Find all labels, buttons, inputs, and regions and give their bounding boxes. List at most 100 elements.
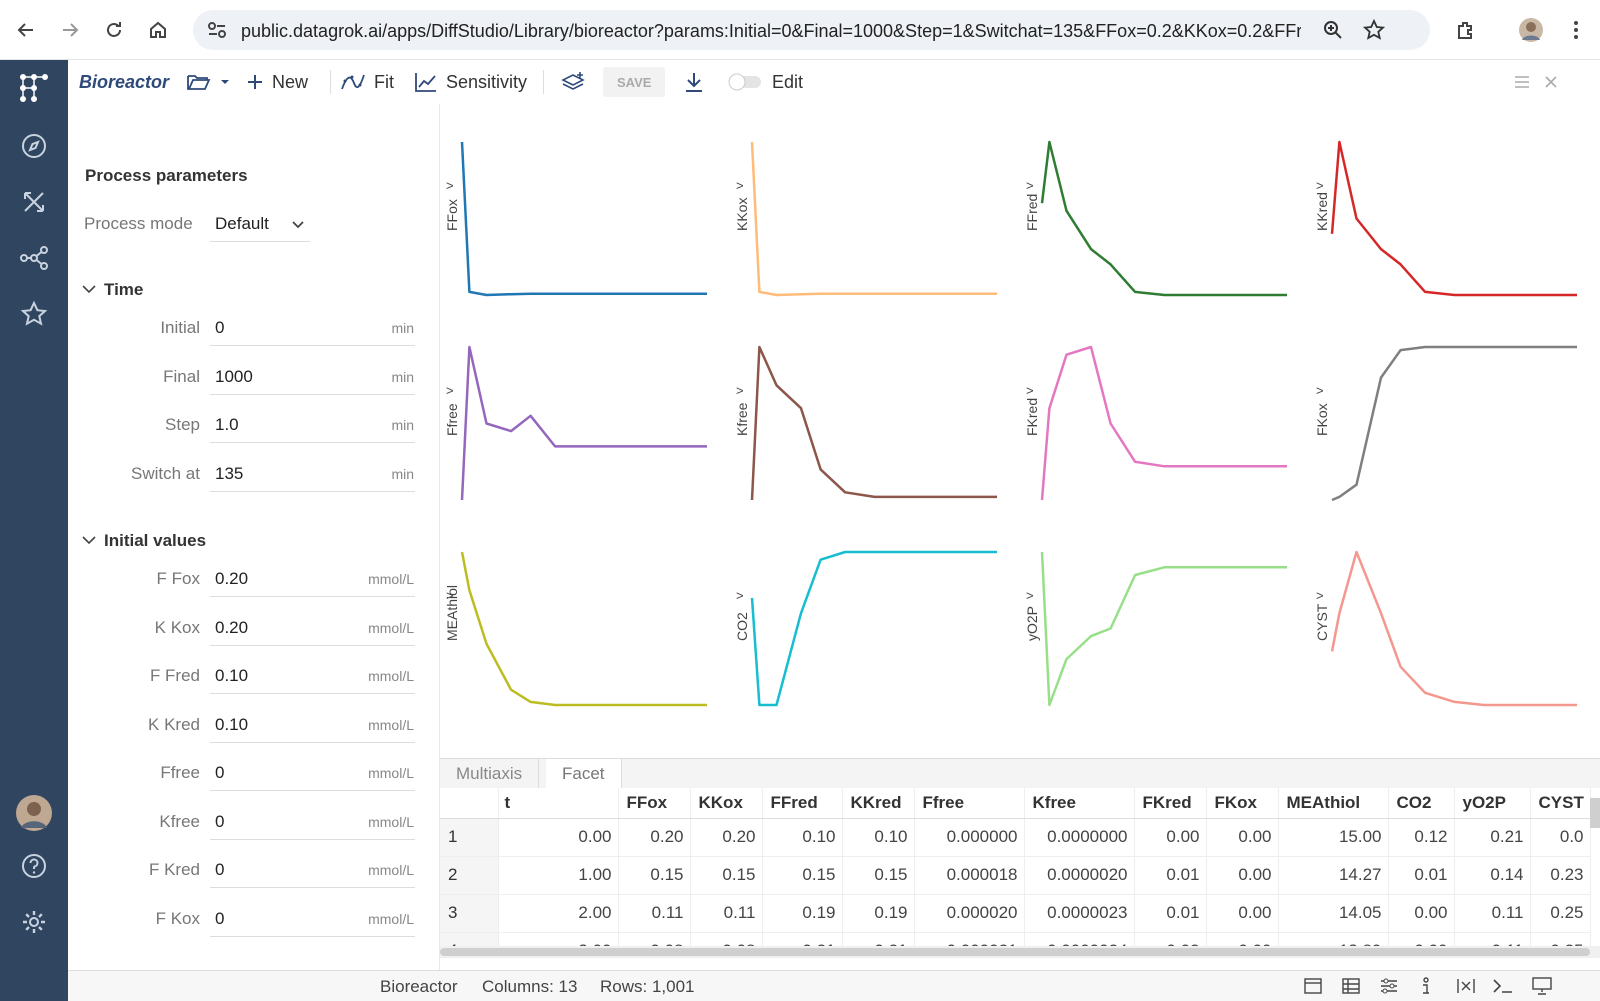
table-cell[interactable]: 14.05	[1278, 894, 1389, 933]
plot-FKred[interactable]: FKred >	[1020, 309, 1310, 514]
help-icon[interactable]	[18, 850, 50, 882]
table-cell[interactable]: 0.0000023	[1024, 894, 1135, 933]
compass-icon[interactable]	[18, 130, 50, 162]
plot-FFred[interactable]: FFred >	[1020, 104, 1310, 309]
favorites-star-icon[interactable]	[18, 298, 50, 330]
datagrok-logo-icon[interactable]	[18, 72, 50, 104]
row-number[interactable]: 3	[440, 894, 499, 933]
address-bar[interactable]: public.datagrok.ai/apps/DiffStudio/Libra…	[193, 10, 1430, 50]
column-header[interactable]: CO2	[1388, 788, 1455, 819]
table-cell[interactable]: 0.12	[1388, 818, 1455, 857]
back-icon[interactable]	[10, 14, 42, 46]
plot-FFox[interactable]: FFox >	[440, 104, 730, 309]
column-header[interactable]: KKox	[690, 788, 763, 819]
url-text[interactable]: public.datagrok.ai/apps/DiffStudio/Libra…	[241, 21, 1301, 42]
vertical-scrollbar-thumb[interactable]	[1590, 798, 1600, 828]
table-cell[interactable]: 0.10	[842, 818, 915, 857]
plot-Kfree[interactable]: Kfree >	[730, 309, 1020, 514]
table-cell[interactable]: 0.0000000	[1024, 818, 1135, 857]
plot-KKred[interactable]: KKred >	[1310, 104, 1600, 309]
view-menu-icon[interactable]	[1514, 60, 1530, 104]
forward-icon[interactable]	[54, 14, 86, 46]
column-header[interactable]: KKred	[842, 788, 915, 819]
column-header[interactable]: FKox	[1206, 788, 1279, 819]
variables-icon[interactable]	[1456, 978, 1476, 994]
zoom-icon[interactable]	[1323, 20, 1343, 40]
plot-yO2P[interactable]: yO2P >	[1020, 514, 1310, 719]
table-cell[interactable]: 0.20	[618, 818, 691, 857]
process-mode-select[interactable]: Default	[210, 206, 310, 242]
user-avatar[interactable]	[14, 793, 54, 833]
reload-icon[interactable]	[98, 14, 130, 46]
param-input[interactable]: 1000	[210, 359, 415, 395]
table-cell[interactable]: 0.00	[1206, 856, 1279, 895]
home-icon[interactable]	[142, 14, 174, 46]
column-header[interactable]	[440, 788, 499, 819]
table-cell[interactable]: 0.01	[1134, 856, 1207, 895]
column-header[interactable]: FKred	[1134, 788, 1207, 819]
plot-MEAthiol[interactable]: MEAthiol >	[440, 514, 730, 719]
column-header[interactable]: Kfree	[1024, 788, 1135, 819]
column-header[interactable]: Ffree	[914, 788, 1025, 819]
table-cell[interactable]: 0.00	[1206, 818, 1279, 857]
status-table-name[interactable]: Bioreactor	[380, 977, 457, 997]
table-cell[interactable]: 0.11	[618, 894, 691, 933]
plot-CYST[interactable]: CYST >	[1310, 514, 1600, 719]
table-cell[interactable]: 0.15	[618, 856, 691, 895]
network-icon[interactable]	[18, 242, 50, 274]
open-folder-button[interactable]	[186, 60, 230, 104]
tab-multiaxis[interactable]: Multiaxis	[440, 759, 540, 789]
table-cell[interactable]: 0.23	[1530, 856, 1591, 895]
table-cell[interactable]: 0.00	[1206, 894, 1279, 933]
scrollbar-thumb[interactable]	[440, 948, 1590, 956]
table-cell[interactable]: 0.15	[762, 856, 843, 895]
table-cell[interactable]: 15.00	[1278, 818, 1389, 857]
fit-button[interactable]: Fit	[340, 60, 394, 104]
column-header[interactable]: t	[498, 788, 619, 819]
table-row[interactable]: 3 2.00 0.11 0.11 0.19 0.19 0.000020 0.0000023 0.…	[440, 894, 1591, 933]
extensions-icon[interactable]	[1450, 14, 1482, 46]
plot-KKox[interactable]: KKox >	[730, 104, 1020, 309]
table-cell[interactable]: 1.00	[498, 856, 619, 895]
table-cell[interactable]: 0.00	[1388, 894, 1455, 933]
close-view-icon[interactable]	[1544, 60, 1558, 104]
sensitivity-button[interactable]: Sensitivity	[414, 60, 527, 104]
row-number[interactable]: 1	[440, 818, 499, 857]
table-cell[interactable]: 0.01	[1388, 856, 1455, 895]
add-to-model-hub-button[interactable]	[560, 60, 586, 104]
table-cell[interactable]: 0.11	[690, 894, 763, 933]
table-cell[interactable]: 0.0	[1530, 818, 1591, 857]
table-cell[interactable]: 0.21	[1454, 818, 1531, 857]
profile-avatar[interactable]	[1515, 14, 1547, 46]
plot-FKox[interactable]: FKox >	[1310, 309, 1600, 514]
column-header[interactable]: FFox	[618, 788, 691, 819]
table-cell[interactable]: 0.15	[842, 856, 915, 895]
table-cell[interactable]: 0.000000	[914, 818, 1025, 857]
layout-icon[interactable]	[1304, 978, 1322, 994]
param-input[interactable]: 135	[210, 456, 415, 492]
column-header[interactable]: FFred	[762, 788, 843, 819]
tab-facet[interactable]: Facet	[546, 759, 622, 789]
table-cell[interactable]: 0.10	[762, 818, 843, 857]
column-header[interactable]: yO2P	[1454, 788, 1531, 819]
table-cell[interactable]: 0.01	[1134, 894, 1207, 933]
initial-values-section-toggle[interactable]: Initial values	[82, 531, 206, 551]
table-cell[interactable]: 0.000020	[914, 894, 1025, 933]
info-icon[interactable]	[1420, 977, 1432, 995]
table-row[interactable]: 1 0.00 0.20 0.20 0.10 0.10 0.000000 0.0000000 0.…	[440, 818, 1591, 857]
download-button[interactable]	[683, 60, 705, 104]
table-view-icon[interactable]	[1342, 978, 1360, 994]
plot-CO2[interactable]: CO2 >	[730, 514, 1020, 719]
param-input[interactable]: 1.0	[210, 407, 415, 443]
table-cell[interactable]: 0.15	[690, 856, 763, 895]
table-cell[interactable]: 0.14	[1454, 856, 1531, 895]
table-cell[interactable]: 0.000018	[914, 856, 1025, 895]
table-cell[interactable]: 0.0000020	[1024, 856, 1135, 895]
horizontal-scrollbar[interactable]	[440, 946, 1600, 958]
column-header[interactable]: MEAthiol	[1278, 788, 1389, 819]
table-cell[interactable]: 14.27	[1278, 856, 1389, 895]
bookmark-star-icon[interactable]	[1363, 19, 1385, 41]
new-button[interactable]: New	[246, 60, 308, 104]
settings-gear-icon[interactable]	[18, 906, 50, 938]
table-cell[interactable]: 0.11	[1454, 894, 1531, 933]
